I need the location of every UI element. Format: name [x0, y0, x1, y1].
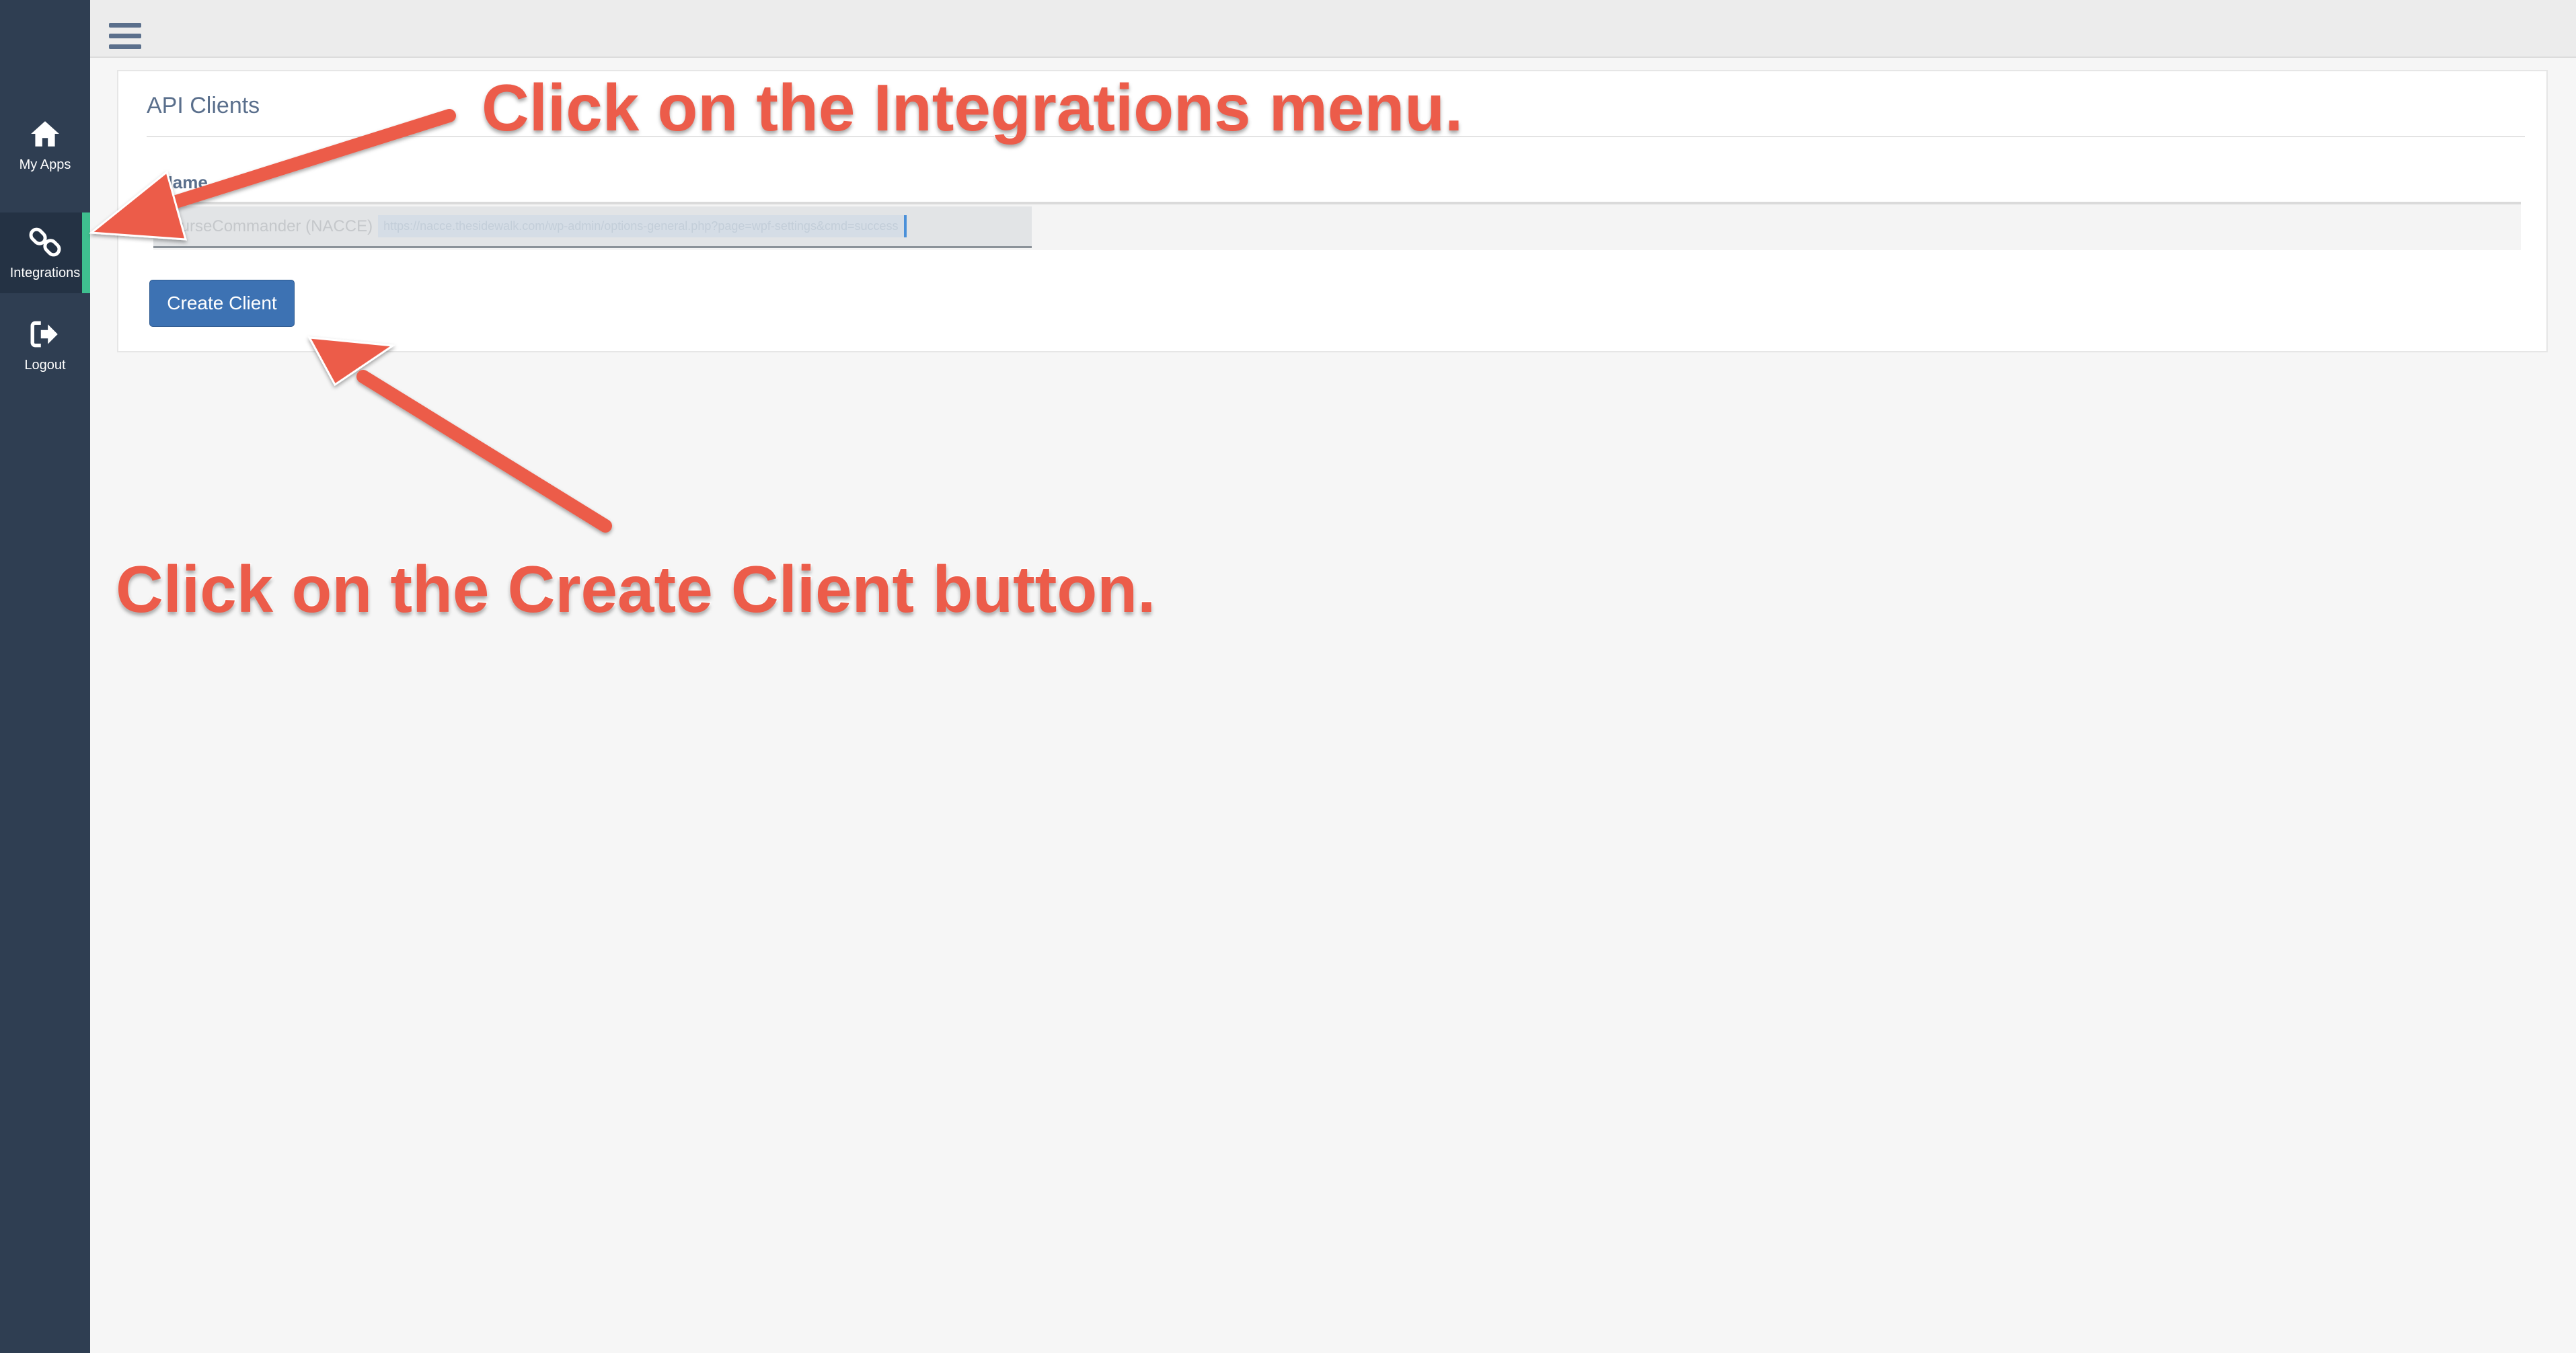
client-redirect-url: https://nacce.thesidewalk.com/wp-admin/o…	[378, 215, 907, 237]
sidebar-item-logout[interactable]: Logout	[0, 308, 90, 382]
client-name[interactable]: CourseCommander (NACCE)	[160, 217, 373, 236]
page-title: API Clients	[147, 93, 260, 118]
clients-table: Name CourseCommander (NACCE) https://nac…	[153, 165, 2521, 250]
logout-icon	[30, 321, 58, 347]
link-icon	[29, 227, 61, 256]
sidebar-item-integrations[interactable]: Integrations	[0, 212, 90, 293]
hamburger-menu-icon[interactable]	[109, 23, 141, 50]
annotation-step-create-client: Click on the Create Client button.	[114, 551, 1156, 627]
arrow-to-create-client	[307, 336, 612, 533]
home-icon	[31, 120, 59, 147]
sidebar-item-label: Logout	[24, 357, 66, 373]
annotation-step-integrations: Click on the Integrations menu.	[480, 70, 1464, 146]
active-indicator	[82, 212, 90, 293]
sidebar: My Apps Integrations Logout	[0, 0, 90, 1353]
table-header-name: Name	[153, 165, 2521, 204]
create-client-button[interactable]: Create Client	[149, 280, 295, 327]
table-row-selection: CourseCommander (NACCE) https://nacce.th…	[153, 206, 1032, 248]
sidebar-item-label: My Apps	[19, 157, 71, 172]
table-row[interactable]: CourseCommander (NACCE) https://nacce.th…	[153, 204, 2521, 250]
sidebar-item-label: Integrations	[9, 265, 81, 280]
sidebar-item-my-apps[interactable]: My Apps	[0, 108, 90, 182]
top-bar	[90, 0, 2576, 58]
